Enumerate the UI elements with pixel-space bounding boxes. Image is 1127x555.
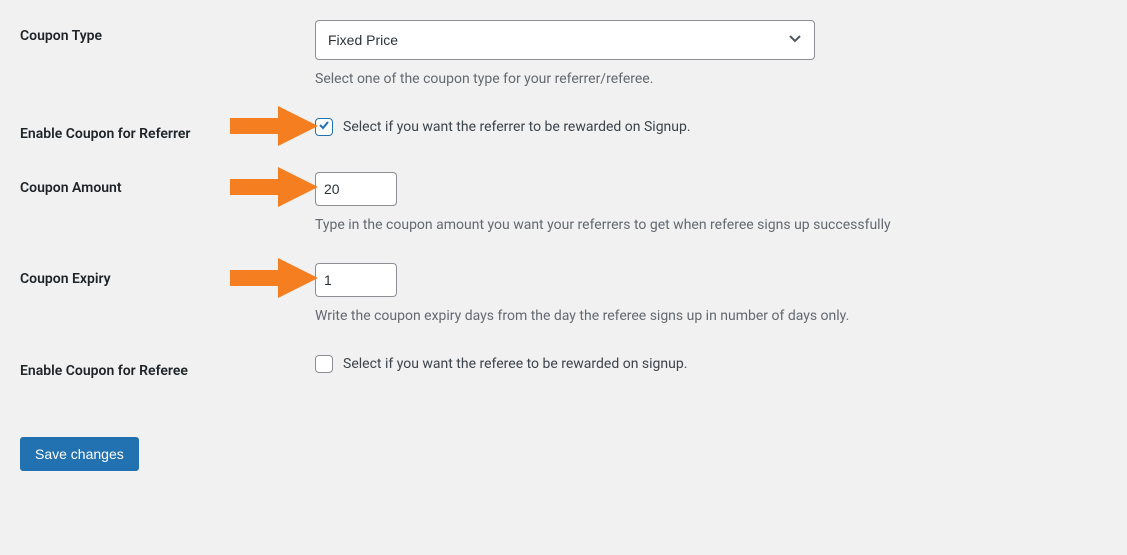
save-button[interactable]: Save changes: [20, 437, 139, 471]
arrow-right-icon: [230, 167, 318, 211]
enable-referee-checkbox-row: Select if you want the referee to be rew…: [315, 355, 1107, 373]
coupon-type-field-cell: Fixed Price Select one of the coupon typ…: [315, 20, 1107, 90]
coupon-type-select-wrap: Fixed Price: [315, 20, 815, 60]
row-enable-referee: Enable Coupon for Referee Select if you …: [20, 355, 1107, 379]
coupon-expiry-input[interactable]: [315, 263, 397, 297]
row-enable-referrer: Enable Coupon for Referrer Select if you…: [20, 118, 1107, 142]
arrow-right-icon: [230, 106, 318, 150]
enable-referee-description: Select if you want the referee to be rew…: [343, 356, 687, 372]
coupon-expiry-hint: Write the coupon expiry days from the da…: [315, 307, 1107, 327]
row-coupon-type: Coupon Type Fixed Price Select one of th…: [20, 20, 1107, 90]
coupon-type-hint: Select one of the coupon type for your r…: [315, 70, 1107, 90]
coupon-amount-field-cell: Type in the coupon amount you want your …: [315, 172, 1107, 236]
coupon-amount-input[interactable]: [315, 172, 397, 206]
row-coupon-expiry: Coupon Expiry Write the coupon expiry da…: [20, 263, 1107, 327]
coupon-type-select[interactable]: Fixed Price: [315, 20, 815, 60]
settings-form: Coupon Type Fixed Price Select one of th…: [20, 20, 1107, 471]
enable-referee-label: Enable Coupon for Referee: [20, 355, 315, 379]
coupon-type-label: Coupon Type: [20, 20, 315, 44]
row-coupon-amount: Coupon Amount Type in the coupon amount …: [20, 172, 1107, 236]
enable-referrer-field-cell: Select if you want the referrer to be re…: [315, 118, 1107, 136]
coupon-amount-hint: Type in the coupon amount you want your …: [315, 216, 1107, 236]
enable-referrer-description: Select if you want the referrer to be re…: [343, 119, 691, 135]
enable-referrer-checkbox-row: Select if you want the referrer to be re…: [315, 118, 1107, 136]
enable-referee-checkbox[interactable]: [315, 355, 333, 373]
coupon-expiry-field-cell: Write the coupon expiry days from the da…: [315, 263, 1107, 327]
check-icon: [318, 119, 330, 135]
enable-referee-field-cell: Select if you want the referee to be rew…: [315, 355, 1107, 373]
arrow-right-icon: [230, 258, 318, 302]
